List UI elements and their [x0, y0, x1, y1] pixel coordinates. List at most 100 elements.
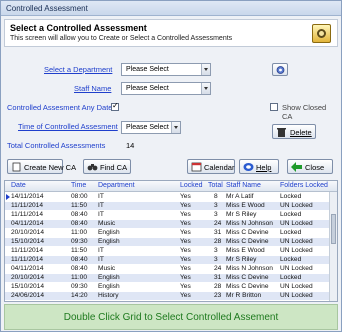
delete-label: Delete — [290, 128, 312, 137]
cell-time: 11:00 — [71, 274, 88, 281]
column-header-folders-locked[interactable]: Folders Locked — [280, 182, 328, 189]
cell-date: 20/10/2014 — [11, 274, 45, 281]
cell-staff-name: Mr R Britton — [226, 292, 262, 299]
total-value: 14 — [126, 141, 135, 150]
department-select[interactable]: Please Select — [121, 63, 211, 76]
cell-time: 11:00 — [71, 229, 88, 236]
column-header-department[interactable]: Department — [98, 182, 135, 189]
cell-locked: Yes — [180, 220, 191, 227]
close-button[interactable]: Close — [287, 159, 333, 174]
cell-total: 23 — [214, 292, 222, 299]
cell-time: 08:00 — [71, 193, 88, 200]
cell-date: 15/10/2014 — [11, 238, 45, 245]
table-row[interactable]: 15/10/2014 09:30 English Yes 28 Miss C Devine… — [5, 238, 329, 247]
cell-locked: Yes — [180, 229, 191, 236]
safe-icon — [312, 24, 331, 43]
create-new-ca-button[interactable]: Create New CA — [7, 159, 76, 174]
header-title: Select a Controlled Assessment — [10, 23, 147, 33]
new-document-icon — [12, 162, 21, 172]
binoculars-icon — [87, 164, 98, 171]
cell-department: English — [98, 229, 120, 236]
cell-date: 11/11/2014 — [11, 247, 44, 254]
refresh-button[interactable] — [272, 63, 288, 76]
cell-locked: Yes — [180, 292, 191, 299]
table-row[interactable]: 11/11/2014 11:50 IT Yes 3 Miss E Wood UN Locke… — [5, 202, 329, 211]
cell-folders-locked: Locked — [280, 211, 302, 218]
table-row[interactable]: 11/11/2014 11:50 IT Yes 3 Miss E Wood UN Locke… — [5, 247, 329, 255]
time-select[interactable]: Please Select — [121, 121, 181, 134]
staff-select[interactable]: Please Select — [121, 82, 211, 95]
cell-locked: Yes — [180, 256, 191, 263]
time-label[interactable]: Time of Controlled Assesment — [18, 122, 118, 131]
table-row[interactable]: 24/06/2014 14:20 History Yes 23 Mr R Britton U… — [5, 292, 329, 301]
cell-staff-name: Miss C Devine — [226, 229, 269, 236]
calendar-label: Calendar — [204, 163, 235, 172]
header-panel: Select a Controlled Assessment This scre… — [4, 19, 338, 47]
time-value: Please Select — [126, 124, 169, 131]
cell-date: 20/10/2014 — [11, 229, 45, 236]
column-header-staff-name[interactable]: Staff Name — [226, 182, 261, 189]
cell-folders-locked: Locked — [280, 256, 302, 263]
cell-locked: Yes — [180, 283, 191, 290]
cell-department: IT — [98, 247, 104, 254]
cell-time: 14:20 — [71, 292, 88, 299]
show-closed-label: Show Closed CA — [282, 103, 327, 121]
column-header-time[interactable]: Time — [71, 182, 86, 189]
grid-header: Date Time Department Locked Total Staff … — [5, 181, 337, 192]
cell-locked: Yes — [180, 274, 191, 281]
any-date-label: Controlled Assesment Any Date — [7, 103, 113, 112]
cell-locked: Yes — [180, 211, 191, 218]
table-row[interactable]: 14/11/2014 08:00 IT Yes 8 Mr A Latif Locked — [5, 193, 329, 201]
trash-icon — [277, 128, 286, 137]
find-ca-button[interactable]: Find CA — [83, 159, 131, 174]
table-row[interactable]: 11/11/2014 08:40 IT Yes 3 Mr S Riley Locked — [5, 256, 329, 265]
table-row[interactable]: 11/11/2014 08:40 IT Yes 3 Mr S Riley Locked — [5, 211, 329, 219]
cell-staff-name: Miss N Johnson — [226, 220, 273, 227]
cell-staff-name: Miss C Devine — [226, 238, 269, 245]
grid-scrollbar[interactable] — [329, 192, 337, 301]
cell-staff-name: Miss E Wood — [226, 247, 265, 254]
controlled-assessment-window: Controlled Assessment Select a Controlle… — [0, 0, 342, 332]
table-row[interactable]: 20/10/2014 11:00 English Yes 31 Miss C Devine… — [5, 229, 329, 237]
chevron-down-icon[interactable] — [201, 64, 210, 75]
table-row[interactable]: 15/10/2014 09:30 English Yes 28 Miss C Devine… — [5, 283, 329, 291]
cell-folders-locked: UN Locked — [280, 247, 313, 254]
cell-time: 09:30 — [71, 238, 88, 245]
table-row[interactable]: 04/11/2014 08:40 Music Yes 24 Miss N Johnson U… — [5, 220, 329, 229]
show-closed-checkbox[interactable] — [270, 103, 278, 111]
cell-locked: Yes — [180, 238, 191, 245]
scroll-thumb[interactable] — [331, 214, 336, 244]
calendar-icon — [191, 162, 202, 172]
staff-name-label[interactable]: Staff Name — [74, 84, 111, 93]
cell-date: 04/11/2014 — [11, 265, 44, 272]
assessments-grid[interactable]: Date Time Department Locked Total Staff … — [4, 180, 338, 302]
cell-staff-name: Miss C Devine — [226, 283, 269, 290]
cell-total: 3 — [214, 211, 218, 218]
cell-department: IT — [98, 256, 104, 263]
cell-date: 04/11/2014 — [11, 220, 44, 227]
title-bar: Controlled Assessment — [1, 1, 341, 16]
cell-time: 08:40 — [71, 256, 88, 263]
chevron-down-icon[interactable] — [201, 83, 210, 94]
table-row[interactable]: 20/10/2014 11:00 English Yes 31 Miss C Devine… — [5, 274, 329, 283]
department-label[interactable]: Select a Department — [44, 65, 112, 74]
cell-staff-name: Miss C Devine — [226, 274, 269, 281]
cell-total: 28 — [214, 238, 222, 245]
cell-locked: Yes — [180, 265, 191, 272]
help-button[interactable]: Help — [239, 159, 279, 174]
calendar-button[interactable]: Calendar — [187, 159, 235, 174]
column-header-date[interactable]: Date — [11, 182, 26, 189]
cell-date: 15/10/2014 — [11, 283, 45, 290]
column-header-locked[interactable]: Locked — [180, 182, 203, 189]
delete-button[interactable]: Delete — [272, 124, 316, 139]
any-date-checkbox[interactable] — [111, 101, 119, 111]
chevron-down-icon[interactable] — [171, 122, 180, 133]
cell-department: IT — [98, 211, 104, 218]
cell-folders-locked: UN Locked — [280, 220, 313, 227]
column-header-total[interactable]: Total — [208, 182, 223, 189]
cell-total: 28 — [214, 283, 222, 290]
create-new-ca-label: Create New CA — [24, 163, 77, 172]
cell-folders-locked: UN Locked — [280, 202, 313, 209]
table-row[interactable]: 04/11/2014 08:40 Music Yes 24 Miss N Johnson U… — [5, 265, 329, 273]
footer-text: Double Click Grid to Select Controlled A… — [63, 312, 279, 323]
